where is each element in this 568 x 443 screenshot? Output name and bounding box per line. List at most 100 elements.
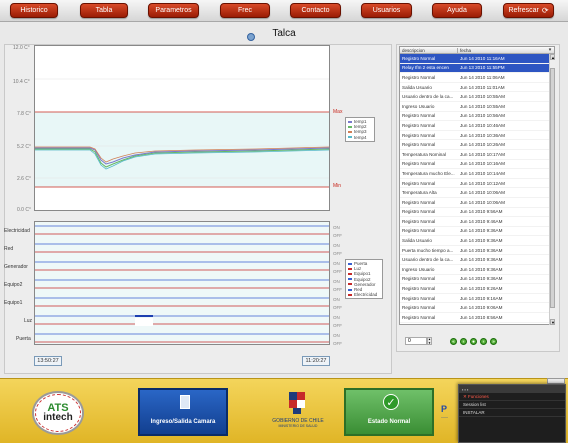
- table-row[interactable]: Registro NormalJun 14 2010 8:46AM: [400, 323, 554, 325]
- table-row[interactable]: Salida Usuario Jun 14 2010 11:01AM: [400, 83, 554, 93]
- temperature-plot: [35, 78, 330, 188]
- cell-description: Ingreso Usuario: [402, 103, 435, 109]
- signal-label-equipo2: Equipo2: [4, 282, 23, 288]
- cell-date: Jun 14 2010 10:55AM: [460, 94, 505, 100]
- table-row[interactable]: Registro Normal Jun 14 2010 10:06AM: [400, 198, 554, 208]
- popup-install-row[interactable]: INSTALAR: [459, 409, 565, 417]
- cell-date: Jun 13 2010 11:55PM: [460, 65, 505, 71]
- table-row[interactable]: Registro Normal Jun 14 2010 10:56AM: [400, 112, 554, 122]
- table-row[interactable]: Registro Normal Jun 14 2010 10:16AM: [400, 160, 554, 170]
- table-row[interactable]: Temperatura Alta Jun 14 2010 10:06AM: [400, 188, 554, 198]
- usuarios-button[interactable]: Usuarios: [361, 3, 412, 18]
- frec-button[interactable]: Frec: [220, 3, 270, 18]
- table-row[interactable]: Registro Normal Jun 14 2010 9:36AM: [400, 227, 554, 237]
- table-row[interactable]: Registro Normal Jun 14 2010 10:36AM: [400, 131, 554, 141]
- cell-date: Jun 14 2010 10:16AM: [460, 161, 505, 167]
- on-label: ON: [333, 333, 340, 338]
- cell-date: Jun 14 2010 9:36AM: [460, 257, 503, 263]
- popup-titlebar[interactable]: ▪ ▪ ▪: [459, 385, 565, 393]
- table-row[interactable]: Registro Normal Jun 14 2010 9:06AM: [400, 303, 554, 314]
- refrescar-button[interactable]: Refrescar ⟳: [503, 3, 554, 18]
- parametros-button[interactable]: Parametros: [148, 3, 199, 18]
- table-row[interactable]: Temperatura Nominal Jun 14 2010 10:17AM: [400, 150, 554, 160]
- signals-chart: [34, 221, 330, 345]
- scroll-up-icon[interactable]: ▲: [550, 54, 555, 60]
- cell-date: Jun 14 2010 9:36AM: [460, 266, 503, 272]
- cell-description: Relay Ifm 2 esta encen: [402, 65, 449, 71]
- table-row[interactable]: Usuario dentro de la ca... Jun 14 2010 10…: [400, 92, 554, 102]
- on-label: ON: [333, 315, 340, 320]
- refresh-icon: ⟳: [541, 6, 549, 15]
- sort-arrow-icon[interactable]: ▾: [546, 47, 554, 53]
- end-time-field[interactable]: 11:20:27: [302, 356, 330, 366]
- popup-session-row[interactable]: Session list: [459, 401, 565, 409]
- signal-label-luz: Luz: [24, 318, 33, 324]
- cell-description: Registro Normal: [400, 324, 458, 325]
- table-row[interactable]: Registro Normal Jun 14 2010 9:26AM: [400, 284, 554, 294]
- table-row[interactable]: Registro Normal Jun 14 2010 8:56AM: [400, 313, 554, 323]
- start-time-field[interactable]: 13:50:27: [34, 356, 62, 366]
- estado-normal-button[interactable]: ✓ Estado Normal: [344, 388, 434, 436]
- cell-description: Registro Normal: [402, 295, 436, 301]
- cell-description: Registro Normal: [402, 74, 436, 80]
- table-row[interactable]: Registro Normal Jun 14 2010 10:46AM: [400, 121, 554, 131]
- column-header-descripcion[interactable]: descripcion: [400, 47, 458, 53]
- refresh-page-button[interactable]: ●: [470, 338, 477, 345]
- table-row[interactable]: Relay Ifm 2 esta encen Jun 13 2010 11:55P…: [400, 63, 554, 74]
- signal-label-generador: Generador: [4, 264, 28, 270]
- tabla-button[interactable]: Tabla: [80, 3, 128, 18]
- page-number-input[interactable]: 0: [405, 337, 427, 345]
- table-row[interactable]: Registro Normal Jun 14 2010 11:06AM: [400, 73, 554, 83]
- table-header: descripcion fecha ▾: [400, 47, 554, 54]
- cell-description: Ingreso Usuario: [402, 266, 435, 272]
- popup-functions-row[interactable]: ✕ Funciones: [459, 393, 565, 401]
- table-row[interactable]: Registro Normal Jun 14 2010 9:16AM: [400, 294, 554, 304]
- table-row[interactable]: Ingreso Usuario Jun 14 2010 10:55AM: [400, 102, 554, 112]
- ingreso-salida-camara-button[interactable]: Ingreso/Salida Camara: [138, 388, 228, 436]
- page-stepper-icon[interactable]: ▲ ▼: [427, 337, 432, 345]
- table-row[interactable]: Registro Normal Jun 14 2010 10:26AM: [400, 140, 554, 150]
- cell-date: Jun 14 2010 11:01AM: [460, 84, 505, 90]
- scroll-thumb[interactable]: [550, 68, 555, 308]
- ayuda-button[interactable]: Ayuda: [432, 3, 482, 18]
- gobierno-de-chile-logo: GOBIERNO DE CHILE MINISTERIO DE SALUD: [258, 390, 338, 438]
- on-label: ON: [333, 225, 340, 230]
- cell-description: Registro Normal: [402, 286, 436, 292]
- prev-page-button[interactable]: ‹: [460, 338, 467, 345]
- table-row[interactable]: Salida Usuario Jun 14 2010 9:36AM: [400, 236, 554, 246]
- floating-popup-window[interactable]: ▪ ▪ ▪ ✕ Funciones Session list INSTALAR: [458, 384, 566, 443]
- scroll-down-icon[interactable]: ▼: [550, 319, 555, 325]
- last-page-button[interactable]: »: [490, 338, 497, 345]
- cell-date: Jun 14 2010 10:36AM: [460, 132, 505, 138]
- off-label: OFF: [333, 233, 342, 238]
- cell-date: Jun 14 2010 9:26AM: [460, 286, 503, 292]
- table-row[interactable]: Registro Normal Jun 14 2010 10:12AM: [400, 179, 554, 189]
- next-page-button[interactable]: ›: [480, 338, 487, 345]
- table-row[interactable]: Registro Normal Jun 14 2010 9:56AM: [400, 208, 554, 218]
- cell-description: Registro Normal: [402, 161, 436, 167]
- y-tick-label: 5.2 C°: [17, 144, 31, 150]
- cell-description: Salida Usuario: [402, 84, 432, 90]
- cell-description: Registro Normal: [402, 199, 436, 205]
- cell-date: Jun 14 2010 10:06AM: [460, 190, 505, 196]
- table-row[interactable]: Registro Normal Jun 14 2010 9:46AM: [400, 217, 554, 227]
- table-row[interactable]: Registro Normal Jun 14 2010 11:16AM: [400, 54, 554, 64]
- table-row[interactable]: Usuario dentro de la ca... Jun 14 2010 9:…: [400, 255, 554, 266]
- table-row[interactable]: Temperatura mucho Ele... Jun 14 2010 10:1…: [400, 169, 554, 179]
- cell-description: Registro Normal: [402, 55, 436, 61]
- first-page-button[interactable]: «: [450, 338, 457, 345]
- cell-date: Jun 14 2010 10:46AM: [460, 122, 505, 128]
- chile-government-emblem-icon: [289, 392, 305, 414]
- table-scrollbar[interactable]: ▲ ▼: [549, 54, 555, 325]
- historico-button[interactable]: Historico: [10, 3, 58, 18]
- column-header-fecha[interactable]: fecha: [458, 48, 546, 53]
- cell-date: Jun 14 2010 10:56AM: [460, 113, 505, 119]
- cell-description: Temperatura Alta: [402, 190, 437, 196]
- contacto-button[interactable]: Contacto: [290, 3, 341, 18]
- cell-date: Jun 14 2010 9:36AM: [460, 247, 503, 253]
- y-tick-label: 7.8 C°: [17, 111, 31, 117]
- table-row[interactable]: Registro Normal Jun 14 2010 9:36AM: [400, 275, 554, 285]
- table-row[interactable]: Puerta mucho tiempo a... Jun 14 2010 9:36…: [400, 246, 554, 256]
- cell-description: Registro Normal: [402, 228, 436, 234]
- table-row[interactable]: Ingreso Usuario Jun 14 2010 9:36AM: [400, 265, 554, 275]
